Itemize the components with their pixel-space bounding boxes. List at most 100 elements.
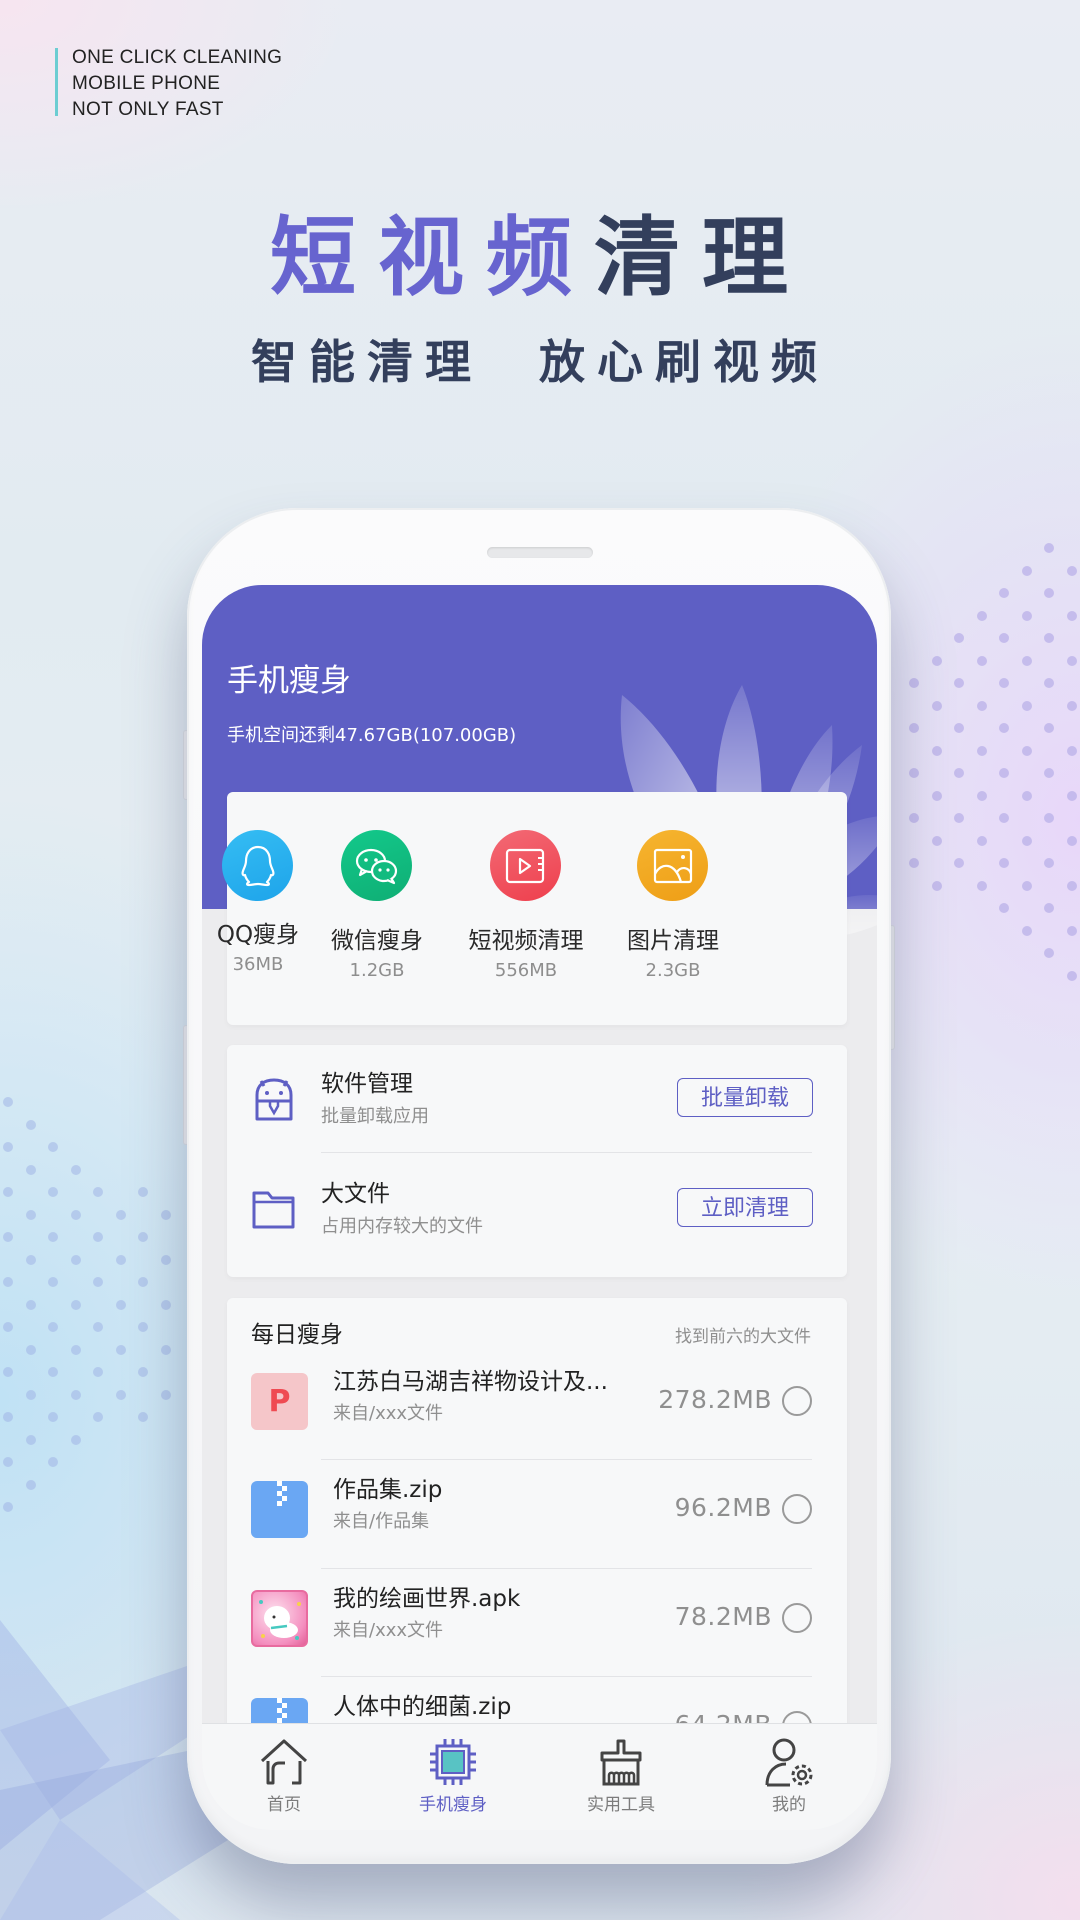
decorative-dot — [70, 1209, 81, 1220]
decorative-dot — [1021, 745, 1032, 756]
decorative-dot — [976, 610, 987, 621]
decorative-dot — [1044, 633, 1054, 643]
ppt-file-icon: P — [251, 1373, 308, 1430]
decorative-dot — [3, 1277, 13, 1287]
decorative-dot — [3, 1457, 13, 1467]
decorative-dot — [93, 1277, 103, 1287]
feature-size: 1.2GB — [349, 960, 405, 981]
decorative-dot — [976, 655, 987, 666]
file-size: 78.2MB — [674, 1602, 772, 1631]
batch-uninstall-button[interactable]: 批量卸载 — [677, 1078, 813, 1117]
brush-icon — [600, 1739, 642, 1786]
nav-label: 实用工具 — [587, 1795, 655, 1815]
decorative-dot — [115, 1389, 126, 1400]
page-title: 手机瘦身 — [227, 663, 351, 699]
tagline: ONE CLICK CLEANING MOBILE PHONE NOT ONLY… — [72, 45, 282, 123]
file-source: 来自/xxx文件 — [333, 1403, 444, 1424]
tools-card: 软件管理 批量卸载应用 批量卸载 大文件 占用内存较大的文件 立即清理 — [227, 1045, 847, 1277]
decorative-dot — [976, 745, 987, 756]
decorative-dot — [3, 1502, 13, 1512]
zip-file-icon — [251, 1481, 308, 1538]
decorative-dot — [999, 633, 1009, 643]
decorative-dot — [1021, 925, 1032, 936]
promo-subtitle: 智能清理 放心刷视频 — [250, 335, 830, 389]
video-play-icon — [490, 830, 561, 901]
decorative-dot — [1044, 678, 1054, 688]
decorative-dot — [138, 1277, 148, 1287]
section-hint: 找到前六的大文件 — [675, 1327, 811, 1347]
decorative-dot — [93, 1367, 103, 1377]
nav-label: 我的 — [772, 1795, 806, 1815]
decorative-dot — [25, 1209, 36, 1220]
file-row[interactable]: P 江苏白马湖吉祥物设计及... 来自/xxx文件 278.2MB — [227, 1348, 847, 1456]
decorative-dot — [1066, 655, 1077, 666]
decorative-dot — [1044, 903, 1054, 913]
file-select-radio[interactable] — [782, 1603, 812, 1633]
feature-size: 556MB — [494, 960, 558, 981]
nav-tab-tools[interactable]: 实用工具 — [561, 1724, 681, 1830]
decorative-dot — [25, 1434, 36, 1445]
decorative-dot — [1021, 835, 1032, 846]
file-size: 96.2MB — [674, 1493, 772, 1522]
decorative-dot — [1021, 565, 1032, 576]
decorative-dot — [999, 858, 1009, 868]
android-app-icon — [255, 1078, 293, 1121]
decorative-dot — [1066, 745, 1077, 756]
file-row[interactable]: 我的绘画世界.apk 来自/xxx文件 78.2MB — [227, 1565, 847, 1673]
clean-now-button[interactable]: 立即清理 — [677, 1188, 813, 1227]
tagline-line: MOBILE PHONE — [72, 73, 221, 94]
decorative-dot — [1021, 880, 1032, 891]
file-select-radio[interactable] — [782, 1386, 812, 1416]
decorative-dot — [999, 768, 1009, 778]
decorative-dot — [954, 813, 964, 823]
decorative-dot — [138, 1187, 148, 1197]
file-row[interactable]: 作品集.zip 来自/作品集 96.2MB — [227, 1456, 847, 1564]
decorative-dot — [160, 1389, 171, 1400]
decorative-dot — [1066, 925, 1077, 936]
decorative-dot — [1021, 655, 1032, 666]
tagline-accent-bar — [55, 48, 58, 116]
decorative-dot — [1021, 700, 1032, 711]
decorative-dot — [1066, 880, 1077, 891]
decorative-dot — [1044, 543, 1054, 553]
chip-icon — [430, 1739, 476, 1785]
decorative-dot — [1066, 790, 1077, 801]
file-name: 人体中的细菌.zip — [333, 1694, 512, 1720]
decorative-dot — [1044, 723, 1054, 733]
file-select-radio[interactable] — [782, 1494, 812, 1524]
decorative-dot — [931, 655, 942, 666]
decorative-dot — [931, 880, 942, 891]
decorative-dot — [93, 1412, 103, 1422]
app-screen: 手机瘦身 手机空间还剩47.67GB(107.00GB) QQ瘦身 36MB 微… — [202, 585, 877, 1830]
user-settings-icon — [765, 1738, 813, 1787]
decorative-dot — [999, 588, 1009, 598]
decorative-dot — [999, 678, 1009, 688]
tool-row-app-manager[interactable]: 软件管理 批量卸载应用 批量卸载 — [227, 1045, 847, 1155]
app-thumbnail-icon — [251, 1590, 308, 1647]
nav-tab-home[interactable]: 首页 — [224, 1724, 344, 1830]
decorative-dot — [115, 1344, 126, 1355]
decorative-dot — [25, 1164, 36, 1175]
decorative-dot — [931, 700, 942, 711]
decorative-dot — [160, 1254, 171, 1265]
headline-accent: 短视频 — [270, 208, 594, 308]
decorative-dot — [25, 1254, 36, 1265]
decorative-dot — [1044, 768, 1054, 778]
file-source: 来自/xxx文件 — [333, 1620, 444, 1641]
nav-tab-mine[interactable]: 我的 — [729, 1724, 849, 1830]
decorative-dot — [138, 1412, 148, 1422]
nav-tab-phone-slim[interactable]: 手机瘦身 — [393, 1724, 513, 1830]
decorative-dot — [48, 1187, 58, 1197]
tool-subtitle: 占用内存较大的文件 — [321, 1216, 483, 1237]
decorative-dot — [954, 723, 964, 733]
tool-row-large-files[interactable]: 大文件 占用内存较大的文件 立即清理 — [227, 1155, 847, 1265]
decorative-dot — [25, 1479, 36, 1490]
tagline-line: ONE CLICK CLEANING — [72, 47, 283, 68]
decorative-dot — [976, 700, 987, 711]
section-title: 每日瘦身 — [251, 1322, 343, 1348]
decorative-dot — [70, 1164, 81, 1175]
qq-penguin-icon — [222, 830, 293, 901]
decorative-dot — [931, 790, 942, 801]
decorative-dot — [3, 1142, 13, 1152]
decorative-dot — [48, 1232, 58, 1242]
